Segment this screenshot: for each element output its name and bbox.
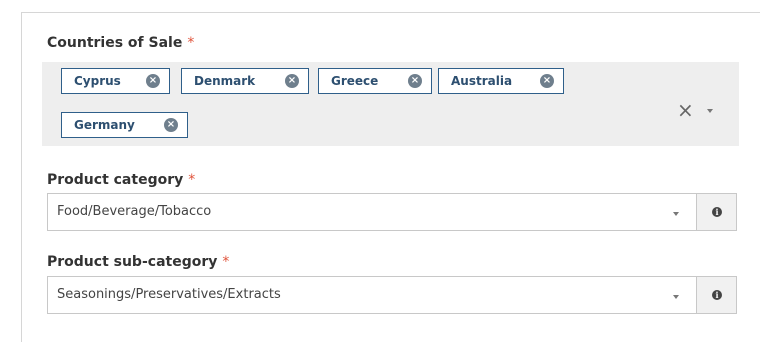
chip-label: Cyprus: [74, 74, 121, 88]
product-category-value: Food/Beverage/Tobacco: [57, 204, 212, 219]
product-subcategory-select[interactable]: Seasonings/Preservatives/Extracts: [47, 276, 697, 314]
countries-multiselect[interactable]: Cyprus × Denmark × Greece × Australia × …: [42, 62, 739, 146]
product-subcategory-label-text: Product sub-category: [47, 254, 218, 270]
country-chip-germany: Germany ×: [61, 112, 188, 138]
x-circle-icon[interactable]: ×: [164, 118, 178, 132]
product-subcategory-value: Seasonings/Preservatives/Extracts: [57, 287, 281, 302]
product-subcategory-info-button[interactable]: i: [697, 276, 737, 314]
chip-label: Denmark: [194, 74, 256, 88]
x-circle-icon[interactable]: ×: [408, 74, 422, 88]
caret-down-icon[interactable]: [673, 295, 679, 299]
product-category-select[interactable]: Food/Beverage/Tobacco: [47, 193, 697, 231]
required-marker: *: [187, 35, 195, 51]
x-circle-icon[interactable]: ×: [146, 74, 160, 88]
country-chip-greece: Greece ×: [318, 68, 432, 94]
chip-label: Australia: [451, 74, 513, 88]
country-chip-cyprus: Cyprus ×: [61, 68, 170, 94]
product-subcategory-label: Product sub-category *: [47, 254, 229, 270]
close-icon[interactable]: ×: [677, 100, 694, 120]
caret-down-icon[interactable]: [707, 109, 713, 113]
countries-of-sale-label-text: Countries of Sale: [47, 35, 183, 51]
required-marker: *: [188, 172, 196, 188]
chip-label: Germany: [74, 118, 135, 132]
x-circle-icon[interactable]: ×: [540, 74, 554, 88]
caret-down-icon[interactable]: [673, 212, 679, 216]
product-category-label: Product category *: [47, 172, 195, 188]
product-category-info-button[interactable]: i: [697, 193, 737, 231]
country-chip-denmark: Denmark ×: [181, 68, 309, 94]
product-category-label-text: Product category: [47, 172, 184, 188]
chip-label: Greece: [331, 74, 379, 88]
required-marker: *: [222, 254, 230, 270]
info-icon: i: [712, 290, 722, 300]
info-icon: i: [712, 207, 722, 217]
countries-of-sale-label: Countries of Sale *: [47, 35, 194, 51]
country-chip-australia: Australia ×: [438, 68, 564, 94]
x-circle-icon[interactable]: ×: [285, 74, 299, 88]
